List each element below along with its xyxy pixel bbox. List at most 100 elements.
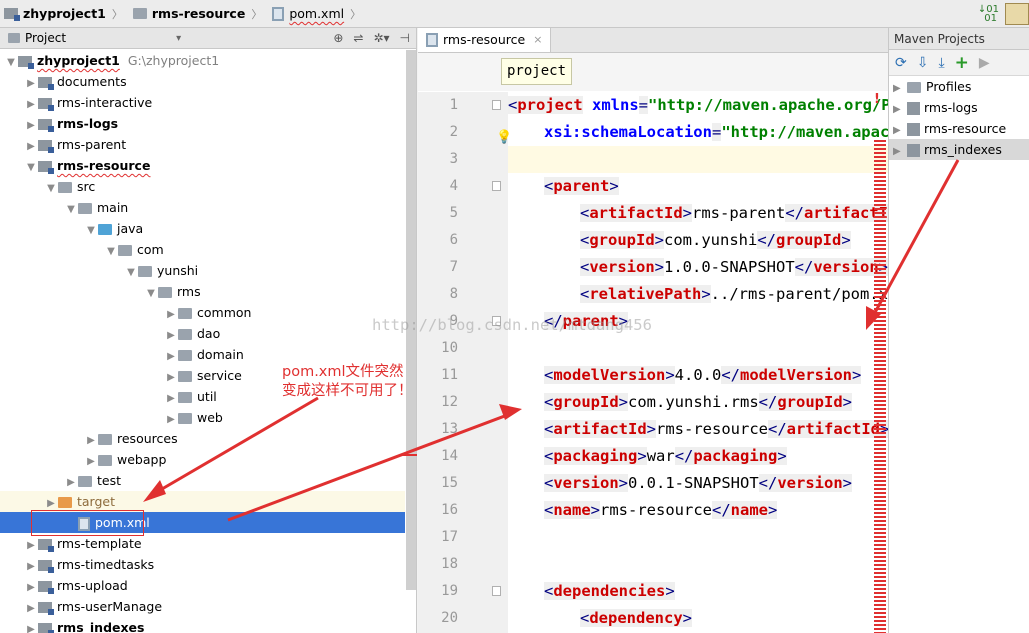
code-line[interactable]: 1 <project xmlns="http://maven.apache.org… — [450, 92, 888, 119]
expanded-arrow-icon[interactable]: ▼ — [4, 52, 18, 73]
tree-item-yunshi[interactable]: ▼ yunshi — [0, 260, 405, 281]
code-line[interactable]: 11 <modelVersion>4.0.0</modelVersion> — [441, 362, 888, 389]
expanded-arrow-icon[interactable]: ▼ — [144, 283, 158, 304]
collapsed-arrow-icon[interactable]: ▶ — [893, 78, 907, 99]
code-line[interactable]: 17 — [441, 524, 888, 551]
project-panel-title[interactable]: Project — [25, 31, 66, 45]
collapsed-arrow-icon[interactable]: ▶ — [164, 388, 178, 409]
tree-item-rms-timedtasks[interactable]: ▶ rms-timedtasks — [0, 554, 405, 575]
code-line[interactable]: 4 <parent> — [450, 173, 888, 200]
code-line[interactable]: 13<artifactId>rms-resource</artifactId> — [441, 416, 888, 443]
collapsed-arrow-icon[interactable]: ▶ — [164, 325, 178, 346]
collapsed-arrow-icon[interactable]: ▶ — [24, 598, 38, 619]
fold-marker-icon[interactable] — [492, 181, 501, 191]
code-line[interactable]: 16 <name>rms-resource</name> — [441, 497, 888, 524]
scroll-from-source-icon[interactable]: ⊕ — [333, 31, 343, 45]
tree-item-webapp[interactable]: ▶ webapp — [0, 449, 405, 470]
maven-item-profiles[interactable]: ▶ Profiles — [889, 76, 1029, 97]
breadcrumb-file[interactable]: pom.xml 〉 — [272, 6, 367, 22]
code-line[interactable]: 8<relativePath>../rms-parent/pom.xml</re… — [450, 281, 888, 308]
tree-item-rms-usermanage[interactable]: ▶ rms-userManage — [0, 596, 405, 617]
tree-item-rms-interactive[interactable]: ▶ rms-interactive — [0, 92, 405, 113]
collapsed-arrow-icon[interactable]: ▶ — [164, 346, 178, 367]
tree-item-java[interactable]: ▼ java — [0, 218, 405, 239]
code-area[interactable]: 1 <project xmlns="http://maven.apache.org… — [441, 92, 888, 633]
tree-item-documents[interactable]: ▶ documents — [0, 71, 405, 92]
collapsed-arrow-icon[interactable]: ▶ — [24, 136, 38, 157]
collapsed-arrow-icon[interactable]: ▶ — [84, 430, 98, 451]
collapsed-arrow-icon[interactable]: ▶ — [164, 367, 178, 388]
code-line[interactable]: 12 <groupId>com.yunshi.rms</groupId> — [441, 389, 888, 416]
breadcrumb-module[interactable]: rms-resource 〉 — [132, 6, 268, 22]
fold-marker-icon[interactable] — [492, 100, 501, 110]
tree-item-common[interactable]: ▶ common — [0, 302, 405, 323]
fold-marker-icon[interactable] — [492, 586, 501, 596]
code-line[interactable]: 6 <groupId>com.yunshi</groupId> — [450, 227, 888, 254]
tree-item-rms-indexes[interactable]: ▶ rms_indexes — [0, 617, 405, 633]
code-line[interactable]: 5<artifactId>rms-parent</artifactId> — [450, 200, 888, 227]
tree-item-rms-parent[interactable]: ▶ rms-parent — [0, 134, 405, 155]
maven-item-rms-indexes[interactable]: ▶ rms_indexes — [889, 139, 1029, 160]
settings-gear-icon[interactable]: ✲▾ — [373, 31, 389, 45]
collapsed-arrow-icon[interactable]: ▶ — [24, 556, 38, 577]
code-line[interactable]: 2💡xsi:schemaLocation="http://maven.apach… — [450, 119, 888, 146]
code-line[interactable]: 7<version>1.0.0-SNAPSHOT</version> — [450, 254, 888, 281]
collapsed-arrow-icon[interactable]: ▶ — [24, 535, 38, 556]
tree-item-main[interactable]: ▼ main — [0, 197, 405, 218]
collapsed-arrow-icon[interactable]: ▶ — [893, 141, 907, 162]
collapsed-arrow-icon[interactable]: ▶ — [64, 472, 78, 493]
collapsed-arrow-icon[interactable]: ▶ — [84, 451, 98, 472]
code-line[interactable]: 19 <dependencies> — [441, 578, 888, 605]
tree-item-zhyproject1[interactable]: ▼ zhyproject1 G:\zhyproject1 — [0, 50, 405, 71]
maven-item-rms-resource[interactable]: ▶ rms-resource — [889, 118, 1029, 139]
expanded-arrow-icon[interactable]: ▼ — [44, 178, 58, 199]
collapsed-arrow-icon[interactable]: ▶ — [164, 304, 178, 325]
dropdown-arrow-icon[interactable]: ▾ — [176, 33, 181, 44]
expanded-arrow-icon[interactable]: ▼ — [104, 241, 118, 262]
code-line[interactable]: 18 — [441, 551, 888, 578]
expanded-arrow-icon[interactable]: ▼ — [84, 220, 98, 241]
code-line[interactable]: 10 — [441, 335, 888, 362]
toolbox-icon[interactable] — [1005, 3, 1029, 25]
collapsed-arrow-icon[interactable]: ▶ — [164, 409, 178, 430]
expanded-arrow-icon[interactable]: ▼ — [24, 157, 38, 178]
tree-item-test[interactable]: ▶ test — [0, 470, 405, 491]
tree-item-domain[interactable]: ▶ domain — [0, 344, 405, 365]
collapsed-arrow-icon[interactable]: ▶ — [24, 577, 38, 598]
collapsed-arrow-icon[interactable]: ▶ — [24, 73, 38, 94]
tree-item-target[interactable]: ▶ target — [0, 491, 405, 512]
tree-item-rms-logs[interactable]: ▶ rms-logs — [0, 113, 405, 134]
tree-item-dao[interactable]: ▶ dao — [0, 323, 405, 344]
generate-sources-icon[interactable]: ⇩ — [917, 55, 929, 71]
code-line[interactable]: 20 <dependency> — [441, 605, 888, 632]
add-project-icon[interactable]: + — [955, 53, 969, 73]
binary-sort-icon[interactable]: ↓01 01 — [978, 5, 999, 24]
close-icon[interactable]: × — [533, 33, 542, 46]
collapsed-arrow-icon[interactable]: ▶ — [24, 619, 38, 633]
tree-item-rms-upload[interactable]: ▶ rms-upload — [0, 575, 405, 596]
code-line[interactable]: 15 <version>0.0.1-SNAPSHOT</version> — [441, 470, 888, 497]
tab-rms-resource[interactable]: rms-resource × — [418, 28, 552, 52]
reimport-icon[interactable]: ⟳ — [895, 55, 907, 71]
expanded-arrow-icon[interactable]: ▼ — [64, 199, 78, 220]
error-stripe[interactable] — [874, 140, 886, 633]
breadcrumb-project[interactable]: zhyproject1 〉 — [4, 6, 129, 22]
tree-item-src[interactable]: ▼ src — [0, 176, 405, 197]
code-line[interactable]: 3 — [450, 146, 888, 173]
expanded-arrow-icon[interactable]: ▼ — [124, 262, 138, 283]
tree-item-rms[interactable]: ▼ rms — [0, 281, 405, 302]
collapsed-arrow-icon[interactable]: ▶ — [24, 94, 38, 115]
download-icon[interactable]: ⤓ — [938, 55, 944, 71]
collapsed-arrow-icon[interactable]: ▶ — [893, 120, 907, 141]
tree-item-com[interactable]: ▼ com — [0, 239, 405, 260]
run-icon[interactable]: ▶ — [979, 55, 990, 71]
tree-item-rms-resource[interactable]: ▼ rms-resource — [0, 155, 405, 176]
maven-item-rms-logs[interactable]: ▶ rms-logs — [889, 97, 1029, 118]
hide-panel-icon[interactable]: ⊣ — [400, 31, 410, 45]
code-line[interactable]: 14 <packaging>war</packaging> — [441, 443, 888, 470]
maven-panel-title[interactable]: Maven Projects — [889, 28, 1029, 50]
tree-item-resources[interactable]: ▶ resources — [0, 428, 405, 449]
error-icon[interactable]: ! — [874, 92, 880, 107]
collapsed-arrow-icon[interactable]: ▶ — [24, 115, 38, 136]
collapsed-arrow-icon[interactable]: ▶ — [893, 99, 907, 120]
